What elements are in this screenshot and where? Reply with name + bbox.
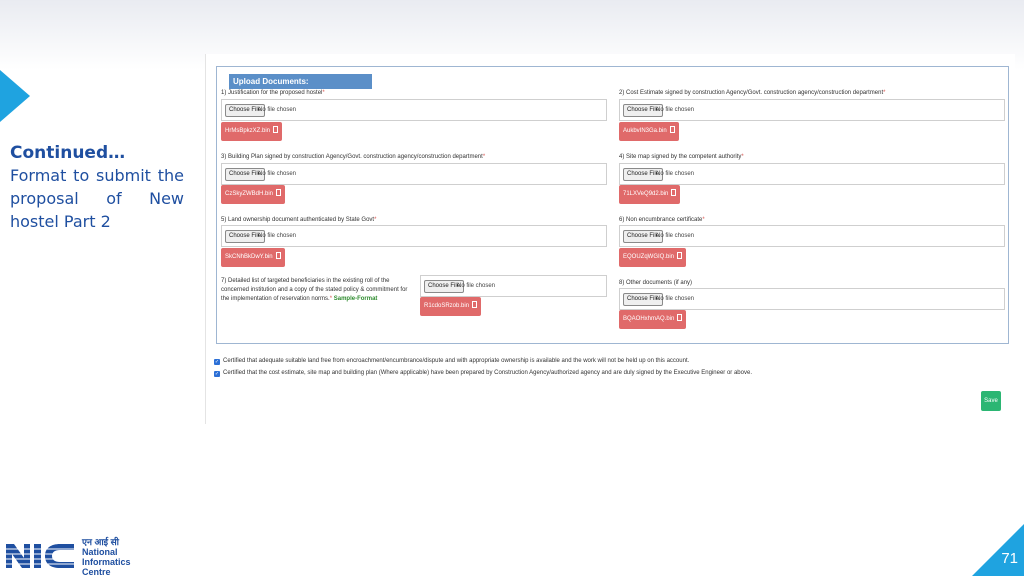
caption-title: Continued… bbox=[10, 143, 126, 163]
slide-caption: Continued… Format to submit the proposal… bbox=[10, 142, 184, 233]
uploaded-file-chip-3[interactable]: CzSkyZWBdH.bin bbox=[221, 185, 286, 204]
file-input-8[interactable]: Choose File No file chosen bbox=[619, 288, 1005, 310]
uploaded-file-chip-1[interactable]: HrMsBpkzXZ.bin bbox=[221, 122, 283, 141]
certification-2[interactable]: ✓ Certified that the cost estimate, site … bbox=[214, 369, 752, 377]
document-icon bbox=[677, 252, 683, 259]
no-file-text: No file chosen bbox=[656, 233, 695, 239]
field-label-1: 1) Justification for the proposed hostel… bbox=[221, 90, 325, 96]
document-icon bbox=[276, 189, 282, 196]
certification-1[interactable]: ✓ Certified that adequate suitable land f… bbox=[214, 357, 689, 365]
no-file-text: No file chosen bbox=[457, 283, 496, 289]
no-file-text: No file chosen bbox=[258, 107, 297, 113]
document-icon bbox=[275, 252, 281, 259]
nic-logo: एन आई सी National Informatics Centre bbox=[4, 530, 134, 576]
no-file-text: No file chosen bbox=[656, 171, 695, 177]
field-label-4: 4) Site map signed by the competent auth… bbox=[619, 154, 744, 160]
nic-logo-mark bbox=[4, 544, 76, 568]
file-input-2[interactable]: Choose File No file chosen bbox=[619, 99, 1005, 121]
file-input-4[interactable]: Choose File No file chosen bbox=[619, 163, 1005, 185]
uploaded-file-chip-6[interactable]: EQOUZqWGIQ.bin bbox=[619, 248, 687, 267]
fieldset-legend: Upload Documents: bbox=[229, 74, 372, 89]
save-button[interactable]: Save bbox=[981, 391, 1001, 411]
document-icon bbox=[671, 189, 677, 196]
document-icon bbox=[669, 126, 675, 133]
checkbox-checked-icon[interactable]: ✓ bbox=[214, 359, 220, 365]
file-input-5[interactable]: Choose File No file chosen bbox=[221, 225, 607, 247]
form-screenshot: Upload Documents: 1) Justification for t… bbox=[205, 54, 1015, 424]
field-label-2: 2) Cost Estimate signed by construction … bbox=[619, 90, 886, 96]
no-file-text: No file chosen bbox=[656, 296, 695, 302]
document-icon bbox=[472, 301, 478, 308]
checkbox-checked-icon[interactable]: ✓ bbox=[214, 371, 220, 377]
field-label-5: 5) Land ownership document authenticated… bbox=[221, 217, 377, 223]
no-file-text: No file chosen bbox=[258, 233, 297, 239]
nic-logo-text: एन आई सी National Informatics Centre bbox=[82, 537, 131, 576]
file-input-3[interactable]: Choose File No file chosen bbox=[221, 163, 607, 185]
uploaded-file-chip-4[interactable]: 71LXVeQ9d2.bin bbox=[619, 185, 681, 204]
file-input-6[interactable]: Choose File No file chosen bbox=[619, 225, 1005, 247]
upload-documents-fieldset: Upload Documents: 1) Justification for t… bbox=[216, 66, 1009, 344]
uploaded-file-chip-2[interactable]: AukbvIN3Ga.bin bbox=[619, 122, 679, 141]
uploaded-file-chip-7[interactable]: R1cdoSRzob.bin bbox=[420, 297, 482, 316]
field-label-8: 8) Other documents (if any) bbox=[619, 280, 693, 286]
file-input-1[interactable]: Choose File No file chosen bbox=[221, 99, 607, 121]
uploaded-file-chip-8[interactable]: BQAOHxhmAQ.bin bbox=[619, 310, 687, 329]
document-icon bbox=[273, 126, 279, 133]
field-label-6: 6) Non encumbrance certificate* bbox=[619, 217, 705, 223]
page-number: 71 bbox=[1001, 550, 1018, 567]
sample-format-link[interactable]: Sample-Format bbox=[334, 296, 378, 302]
document-icon bbox=[677, 314, 683, 321]
no-file-text: No file chosen bbox=[258, 171, 297, 177]
field-label-7: 7) Detailed list of targeted beneficiari… bbox=[221, 278, 408, 302]
field-label-3: 3) Building Plan signed by construction … bbox=[221, 154, 486, 160]
decorative-arrow bbox=[0, 70, 30, 122]
uploaded-file-chip-5[interactable]: SkCNhBkDwY.bin bbox=[221, 248, 285, 267]
no-file-text: No file chosen bbox=[656, 107, 695, 113]
file-input-7[interactable]: Choose File No file chosen bbox=[420, 275, 607, 297]
caption-description: Format to submit the proposal of New hos… bbox=[10, 166, 184, 231]
